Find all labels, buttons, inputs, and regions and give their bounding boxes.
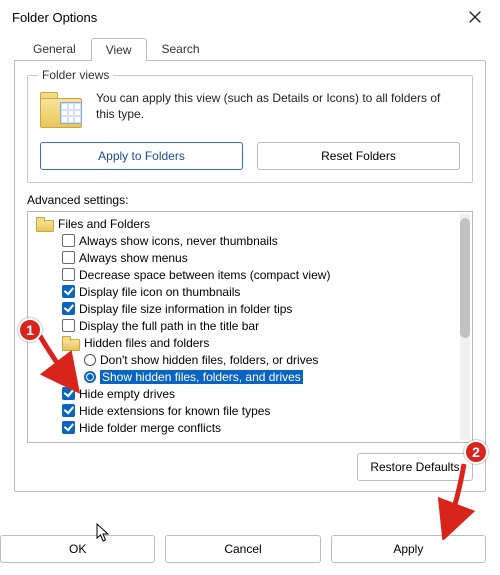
tree-item[interactable]: Always show menus bbox=[32, 249, 456, 266]
radio-icon[interactable] bbox=[84, 371, 96, 383]
tree-item-label: Always show icons, never thumbnails bbox=[79, 234, 278, 248]
radio-icon[interactable] bbox=[84, 354, 96, 366]
cancel-button[interactable]: Cancel bbox=[165, 535, 320, 563]
tree-item[interactable]: Hide extensions for known file types bbox=[32, 402, 456, 419]
checkbox-icon[interactable] bbox=[62, 251, 75, 264]
folder-icon bbox=[62, 337, 78, 349]
tree-item-label: Don't show hidden files, folders, or dri… bbox=[100, 353, 318, 367]
tree-item-label: Show hidden files, folders, and drives bbox=[100, 370, 303, 384]
folder-views-legend: Folder views bbox=[38, 68, 113, 82]
tree-item-label: Hide empty drives bbox=[79, 387, 175, 401]
window-title: Folder Options bbox=[12, 10, 97, 25]
tree-item[interactable]: Always show icons, never thumbnails bbox=[32, 232, 456, 249]
tree-item-label: Hide folder merge conflicts bbox=[79, 421, 221, 435]
scrollbar-thumb[interactable] bbox=[460, 218, 470, 338]
tree-item[interactable]: Hide folder merge conflicts bbox=[32, 419, 456, 436]
folder-views-icon bbox=[40, 92, 84, 132]
folder-icon bbox=[36, 218, 52, 230]
tree-item-label: Display the full path in the title bar bbox=[79, 319, 259, 333]
apply-button[interactable]: Apply bbox=[331, 535, 486, 563]
tree-item-label: Display file icon on thumbnails bbox=[79, 285, 240, 299]
tree-item-label: Hide extensions for known file types bbox=[79, 404, 270, 418]
tab-strip: General View Search bbox=[0, 34, 500, 60]
annotation-badge-2: 2 bbox=[464, 440, 488, 464]
checkbox-icon[interactable] bbox=[62, 268, 75, 281]
tree-item[interactable]: Decrease space between items (compact vi… bbox=[32, 266, 456, 283]
close-button[interactable] bbox=[460, 6, 490, 28]
restore-defaults-button[interactable]: Restore Defaults bbox=[357, 453, 473, 481]
tree-radio-show-hidden[interactable]: Show hidden files, folders, and drives bbox=[32, 368, 456, 385]
checkbox-icon[interactable] bbox=[62, 421, 75, 434]
reset-folders-button[interactable]: Reset Folders bbox=[257, 142, 460, 170]
tree-item-label: Display file size information in folder … bbox=[79, 302, 292, 316]
checkbox-icon[interactable] bbox=[62, 302, 75, 315]
tree-radio-dont-show[interactable]: Don't show hidden files, folders, or dri… bbox=[32, 351, 456, 368]
tree-scrollbar[interactable] bbox=[460, 214, 470, 440]
annotation-badge-1: 1 bbox=[18, 318, 42, 342]
tab-view[interactable]: View bbox=[91, 38, 147, 61]
folder-views-text: You can apply this view (such as Details… bbox=[96, 90, 460, 132]
advanced-settings-tree[interactable]: Files and Folders Always show icons, nev… bbox=[27, 211, 473, 443]
checkbox-icon[interactable] bbox=[62, 319, 75, 332]
tree-group-hidden[interactable]: Hidden files and folders bbox=[32, 334, 456, 351]
tree-item-label: Always show menus bbox=[79, 251, 188, 265]
tree-group-files[interactable]: Files and Folders bbox=[32, 215, 456, 232]
tab-general[interactable]: General bbox=[18, 37, 91, 60]
cursor-icon bbox=[96, 523, 112, 543]
tree-group-label: Files and Folders bbox=[58, 217, 150, 231]
tree-item[interactable]: Display the full path in the title bar bbox=[32, 317, 456, 334]
tree-item[interactable]: Hide empty drives bbox=[32, 385, 456, 402]
tree-group-label: Hidden files and folders bbox=[84, 336, 209, 350]
tab-panel-view: Folder views You can apply this view (su… bbox=[14, 60, 486, 492]
tree-item[interactable]: Display file size information in folder … bbox=[32, 300, 456, 317]
folder-views-group: Folder views You can apply this view (su… bbox=[27, 75, 473, 183]
apply-to-folders-button[interactable]: Apply to Folders bbox=[40, 142, 243, 170]
checkbox-icon[interactable] bbox=[62, 234, 75, 247]
tab-search[interactable]: Search bbox=[147, 37, 215, 60]
checkbox-icon[interactable] bbox=[62, 404, 75, 417]
ok-button[interactable]: OK bbox=[0, 535, 155, 563]
checkbox-icon[interactable] bbox=[62, 285, 75, 298]
advanced-settings-label: Advanced settings: bbox=[27, 193, 473, 207]
checkbox-icon[interactable] bbox=[62, 387, 75, 400]
tree-item-label: Decrease space between items (compact vi… bbox=[79, 268, 330, 282]
tree-item[interactable]: Display file icon on thumbnails bbox=[32, 283, 456, 300]
dialog-footer: OK Cancel Apply bbox=[0, 535, 500, 563]
